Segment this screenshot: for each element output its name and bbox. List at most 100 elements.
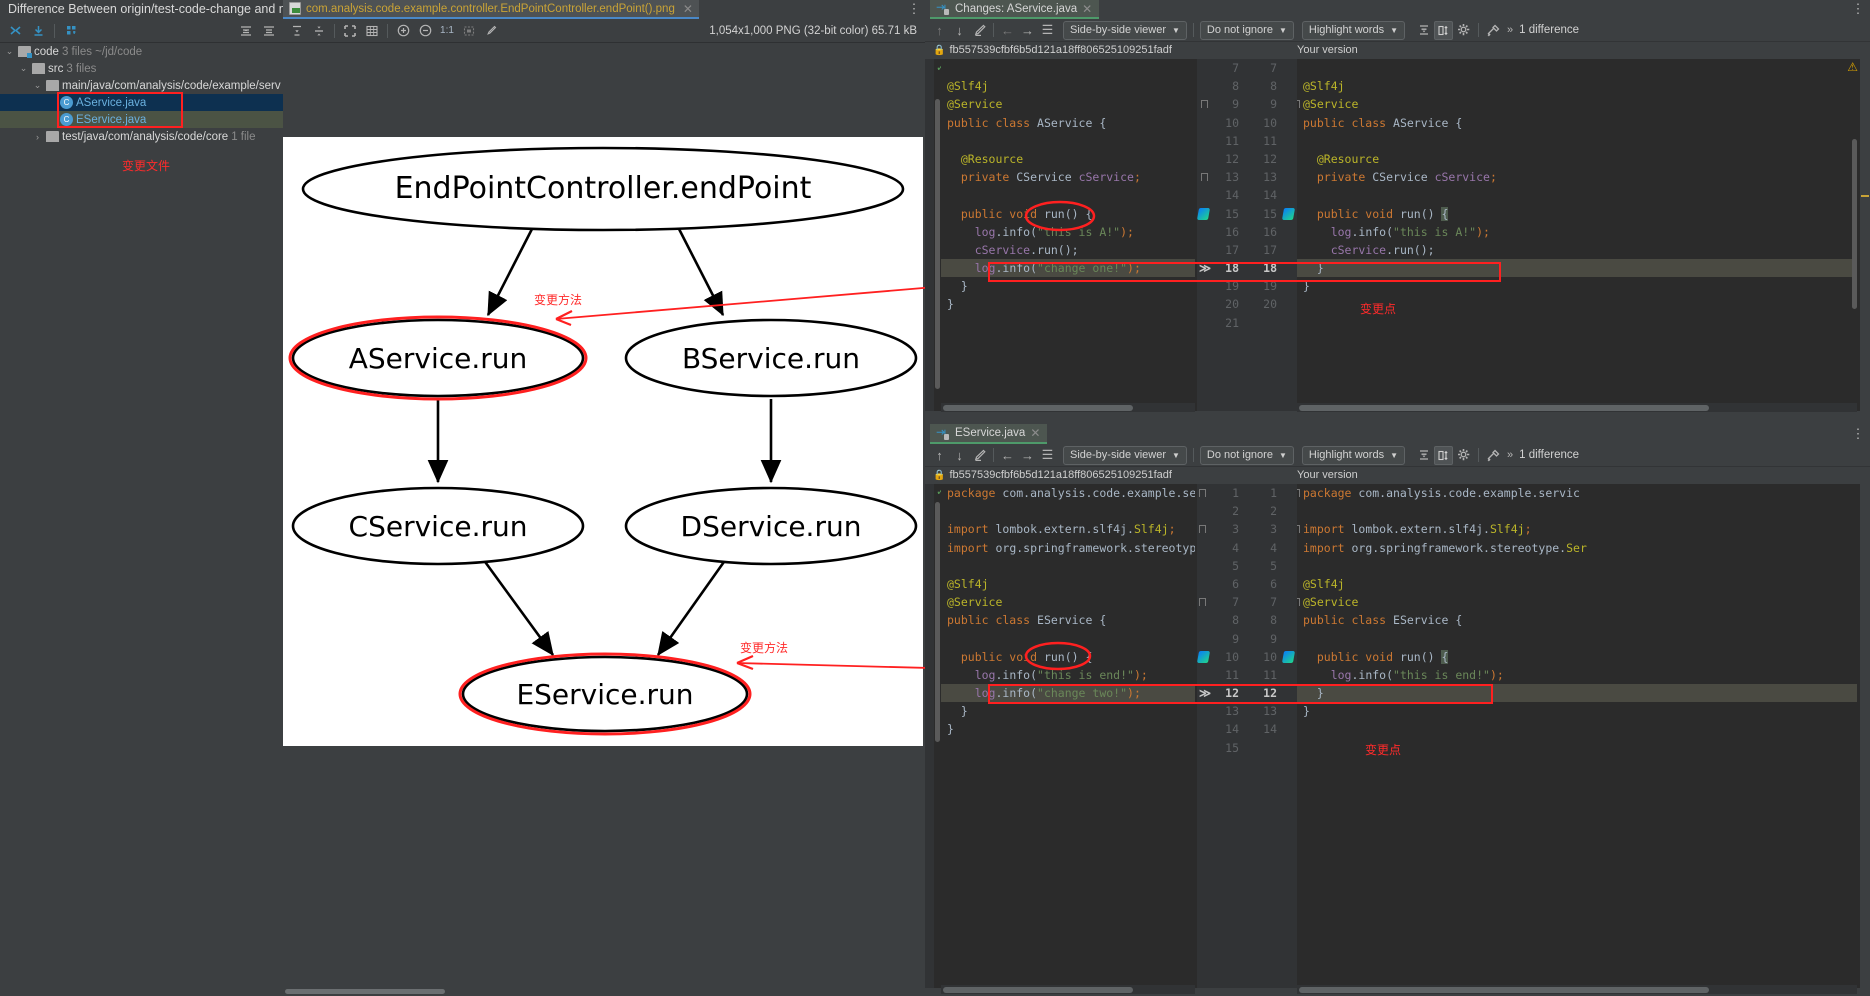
diff-marker-strip-b[interactable] <box>1860 484 1870 988</box>
settings-gear-icon[interactable] <box>1454 446 1473 465</box>
tab-changes-eservice[interactable]: EService.java ✕ <box>930 424 1048 444</box>
lines-options-button[interactable]: ☰ <box>1038 446 1057 465</box>
fit-content-icon[interactable] <box>340 21 360 41</box>
close-icon[interactable]: ✕ <box>1082 2 1092 16</box>
canvas-horizontal-scrollbar[interactable] <box>283 987 925 996</box>
collapse-all-icon[interactable] <box>259 21 279 41</box>
one-to-one-icon[interactable]: 1:1 <box>437 21 457 41</box>
node-dservice-label: DService.run <box>681 510 862 543</box>
zoom-in-icon[interactable] <box>393 21 413 41</box>
code-line-changed: } <box>1297 684 1857 703</box>
prev-difference-button[interactable]: ↑ <box>930 21 949 40</box>
project-toolbar <box>0 19 283 43</box>
align-columns-button[interactable] <box>1434 445 1453 465</box>
tools-wrench-icon[interactable] <box>1484 21 1503 40</box>
editor-options-icon[interactable]: ⋮ <box>907 2 921 17</box>
align-top-icon[interactable] <box>287 21 307 41</box>
prev-difference-button[interactable]: ↑ <box>930 446 949 465</box>
viewer-mode-select[interactable]: Side-by-side viewer ▼ <box>1063 445 1187 465</box>
align-columns-button[interactable] <box>1434 20 1453 40</box>
collapse-unchanged-button[interactable] <box>1414 446 1433 465</box>
close-icon[interactable]: ✕ <box>683 2 693 16</box>
more-actions-icon[interactable]: » <box>1504 24 1516 36</box>
code-line: @Resource <box>947 151 1024 166</box>
chevron-down-icon[interactable]: ⌄ <box>18 63 29 74</box>
code-line: public void run() { <box>1303 206 1449 221</box>
tree-row-eservice[interactable]: C EService.java <box>0 111 283 128</box>
diff-marker-strip-a[interactable] <box>1860 59 1870 411</box>
collapse-unchanged-button[interactable] <box>1414 21 1433 40</box>
left-code-a[interactable]: @Slf4j @Service public class AService { … <box>941 59 1195 411</box>
graph-edges <box>427 226 782 657</box>
tree-row-code[interactable]: ⌄ code 3 files ~/jd/code <box>0 43 283 60</box>
collapse-icon[interactable] <box>5 21 25 41</box>
settings-gear-icon[interactable] <box>1454 21 1473 40</box>
next-difference-button[interactable]: ↓ <box>950 446 969 465</box>
zoom-out-icon[interactable] <box>415 21 435 41</box>
call-graph-canvas[interactable]: EndPointController.endPoint AService.run… <box>283 137 923 746</box>
whitespace-select[interactable]: Do not ignore ▼ <box>1199 445 1294 465</box>
code-line: public void run() { <box>947 206 1093 221</box>
chevron-down-icon[interactable]: ⌄ <box>32 80 43 91</box>
align-middle-icon[interactable] <box>309 21 329 41</box>
highlight-mode-select[interactable]: Highlight words ▼ <box>1301 20 1405 40</box>
accept-left-button[interactable]: ← <box>998 446 1017 465</box>
tree-row-main-package[interactable]: ⌄ main/java/com/analysis/code/example/se… <box>0 77 283 94</box>
chevron-right-icon[interactable]: › <box>32 132 43 142</box>
expand-all-icon[interactable] <box>236 21 256 41</box>
tools-wrench-icon[interactable] <box>1484 446 1503 465</box>
group-icon[interactable] <box>61 21 81 41</box>
color-picker-icon[interactable] <box>481 21 501 41</box>
right-code-vscroll-a[interactable] <box>1851 139 1858 319</box>
line-number: 20 <box>1225 297 1239 312</box>
fit-screen-icon[interactable] <box>459 21 479 41</box>
panel-options-icon-a[interactable]: ⋮ <box>1851 1 1865 17</box>
download-icon[interactable] <box>28 21 48 41</box>
diff-code-area-a[interactable]: ✓ @Slf4j @Service public class AService … <box>925 59 1870 411</box>
more-actions-icon[interactable]: » <box>1504 449 1516 461</box>
right-code-hscroll-a[interactable] <box>1297 403 1857 412</box>
right-code-b[interactable]: package com.analysis.code.example.servic… <box>1297 484 1857 988</box>
line-number: 5 <box>1270 558 1277 573</box>
accept-left-button[interactable]: ← <box>998 21 1017 40</box>
left-code-vscroll-b[interactable] <box>934 502 941 752</box>
chevron-down-icon[interactable]: ⌄ <box>4 46 15 57</box>
left-code-vscroll-a[interactable] <box>934 99 941 399</box>
edit-button[interactable] <box>970 21 989 40</box>
right-code-a[interactable]: @Slf4j @Service public class AService { … <box>1297 59 1852 411</box>
java-class-icon: C <box>60 113 73 126</box>
viewer-mode-select[interactable]: Side-by-side viewer ▼ <box>1063 20 1187 40</box>
highlight-mode-select[interactable]: Highlight words ▼ <box>1301 445 1405 465</box>
folder-icon <box>46 131 59 142</box>
line-number: 9 <box>1270 97 1277 112</box>
lines-options-button[interactable]: ☰ <box>1038 21 1057 40</box>
right-code-hscroll-b[interactable] <box>1297 985 1857 994</box>
tree-row-aservice[interactable]: C AService.java <box>0 94 283 111</box>
left-code-b[interactable]: package com.analysis.code.example.servi … <box>941 484 1195 988</box>
close-icon[interactable]: ✕ <box>1030 426 1040 440</box>
accept-right-button[interactable]: → <box>1018 446 1037 465</box>
edit-button[interactable] <box>970 446 989 465</box>
line-number: 19 <box>1263 279 1277 294</box>
tree-row-test-package[interactable]: › test/java/com/analysis/code/core 1 fil… <box>0 128 283 145</box>
next-difference-button[interactable]: ↓ <box>950 21 969 40</box>
accept-right-button[interactable]: → <box>1018 21 1037 40</box>
chevron-down-icon: ▼ <box>1390 450 1398 460</box>
whitespace-select[interactable]: Do not ignore ▼ <box>1199 20 1294 40</box>
tab-changes-aservice[interactable]: Changes: AService.java ✕ <box>930 0 1100 19</box>
line-number: 13 <box>1263 170 1277 185</box>
left-code-hscroll-b[interactable] <box>941 985 1195 994</box>
left-code-hscroll-a[interactable] <box>941 403 1195 412</box>
line-number: 16 <box>1225 224 1239 239</box>
project-tree[interactable]: ⌄ code 3 files ~/jd/code ⌄ src 3 files ⌄… <box>0 43 283 996</box>
line-number: 8 <box>1232 79 1239 94</box>
grid-icon[interactable] <box>362 21 382 41</box>
tab-image-file[interactable]: com.analysis.code.example.controller.End… <box>283 0 699 19</box>
tree-row-src[interactable]: ⌄ src 3 files <box>0 60 283 77</box>
line-number: 13 <box>1263 704 1277 719</box>
code-line: @Slf4j <box>947 79 989 94</box>
panel-options-icon-b[interactable]: ⋮ <box>1851 426 1865 442</box>
tree-label: EService.java <box>76 113 147 126</box>
diff-code-area-b[interactable]: ✓ package com.analysis.code.example.serv… <box>925 484 1870 988</box>
